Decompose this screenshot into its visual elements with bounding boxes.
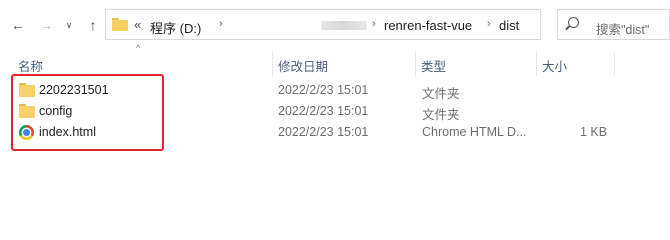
folder-icon (19, 104, 35, 118)
file-modified: 2022/2/23 15:01 (278, 83, 369, 97)
file-name: config (39, 104, 73, 118)
column-divider[interactable] (614, 52, 615, 76)
file-name: 2202231501 (39, 83, 109, 97)
folder-icon (19, 83, 35, 97)
column-header-type[interactable]: 类型 (421, 56, 446, 75)
sort-ascending-icon: ^ (136, 43, 141, 53)
file-row[interactable]: config 2022/2/23 15:01 文件夹 (12, 101, 612, 122)
arrow-up-icon[interactable]: ↑ (84, 15, 102, 35)
file-type: 文件夹 (422, 87, 460, 101)
search-icon (568, 17, 579, 28)
search-placeholder: 搜索"dist" (596, 23, 650, 37)
column-divider[interactable] (536, 52, 537, 76)
breadcrumb-separator[interactable]: › (372, 18, 376, 30)
navigation-toolbar: ← → ∨ ↑ « 程序 (D:) › › renren-fast-vue › … (0, 0, 670, 52)
column-header-row: 名称 修改日期 类型 大小 (0, 52, 670, 76)
file-type: 文件夹 (422, 108, 460, 122)
column-divider[interactable] (272, 52, 273, 76)
column-header-modified[interactable]: 修改日期 (278, 56, 328, 75)
arrow-left-icon[interactable]: ← (9, 15, 27, 35)
file-row[interactable]: index.html 2022/2/23 15:01 Chrome HTML D… (12, 122, 612, 143)
breadcrumb-project[interactable]: renren-fast-vue (384, 18, 472, 33)
column-header-size[interactable]: 大小 (542, 56, 567, 75)
column-header-name[interactable]: 名称 (18, 56, 43, 75)
redacted-path-segment (321, 21, 367, 30)
file-modified: 2022/2/23 15:01 (278, 125, 369, 139)
chrome-icon (19, 125, 34, 140)
search-box[interactable]: 搜索"dist" (557, 9, 670, 40)
breadcrumb-drive[interactable]: 程序 (D:) (150, 18, 201, 37)
address-bar[interactable]: « 程序 (D:) › › renren-fast-vue › dist ∨ ↻ (105, 9, 634, 40)
chevron-down-icon[interactable]: ∨ (64, 15, 74, 35)
file-type: Chrome HTML D... (422, 125, 527, 139)
breadcrumb-current[interactable]: dist (499, 18, 519, 33)
breadcrumb-separator[interactable]: › (487, 18, 491, 30)
file-name: index.html (39, 125, 96, 139)
column-divider[interactable] (415, 52, 416, 76)
folder-icon (112, 18, 128, 31)
breadcrumb-overflow-button[interactable]: « (134, 17, 141, 32)
breadcrumb-separator[interactable]: › (219, 18, 223, 30)
file-row[interactable]: 2202231501 2022/2/23 15:01 文件夹 (12, 80, 612, 101)
file-size: 1 KB (580, 125, 608, 139)
file-modified: 2022/2/23 15:01 (278, 104, 369, 118)
arrow-right-icon[interactable]: → (37, 15, 55, 35)
